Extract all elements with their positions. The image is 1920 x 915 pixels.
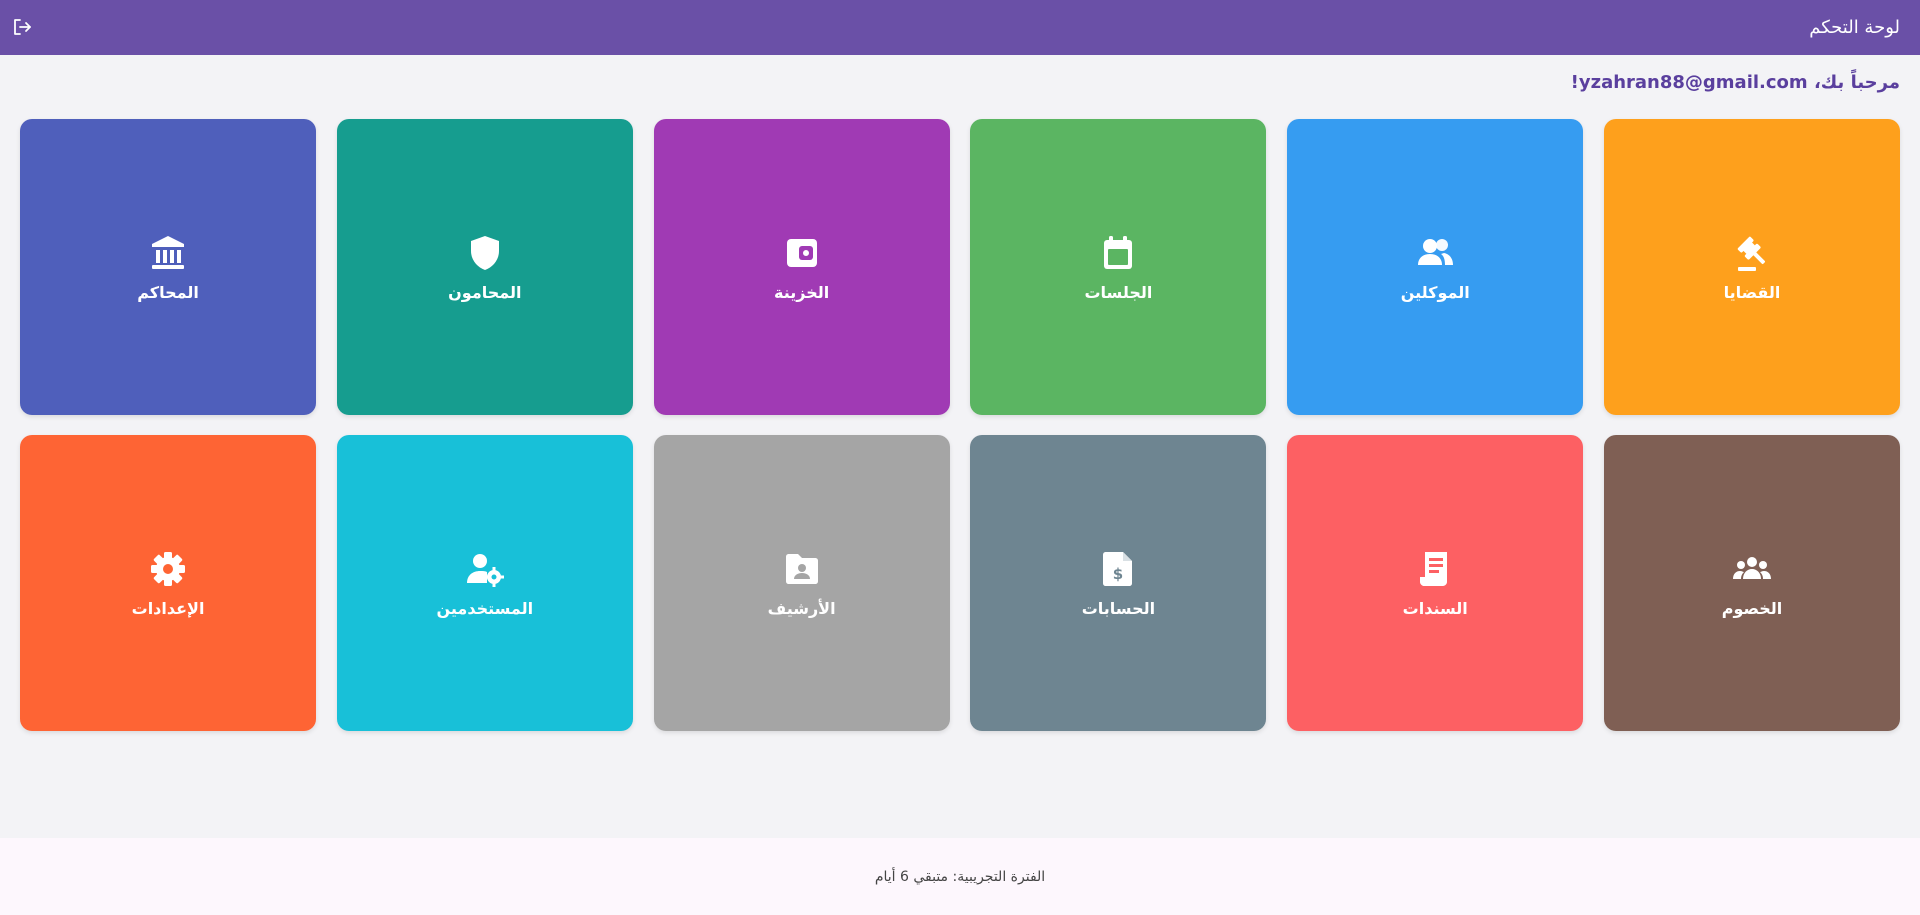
tile-label: السندات: [1402, 598, 1468, 618]
calendar-icon: [1098, 233, 1138, 273]
tile-label: المحامون: [448, 282, 522, 302]
tile-label: الحسابات: [1081, 598, 1156, 618]
tile-courts[interactable]: المحاكم: [20, 119, 317, 415]
tile-accounts[interactable]: $ الحسابات: [970, 435, 1267, 731]
dashboard-grid: القضايا الموكلين الجلسات الخزينة المحامو…: [20, 119, 1900, 731]
logout-icon[interactable]: [9, 14, 35, 40]
trial-period-text: الفترة التجريبية: متبقي 6 أيام: [874, 868, 1046, 885]
shield-icon: [465, 233, 505, 273]
gear-icon: [148, 549, 188, 589]
tile-label: الجلسات: [1084, 282, 1153, 302]
tile-bonds[interactable]: السندات: [1287, 435, 1584, 731]
tile-label: القضايا: [1723, 282, 1781, 302]
tile-opponents[interactable]: الخصوم: [1604, 435, 1900, 731]
tile-users[interactable]: المستخدمين: [336, 435, 633, 731]
tile-settings[interactable]: الإعدادات: [20, 435, 317, 731]
tile-label: الأرشيف: [767, 598, 836, 618]
tile-label: المحاكم: [137, 282, 199, 302]
welcome-message: مرحباً بك، yzahran88@gmail.com!: [1570, 72, 1900, 93]
svg-text:$: $: [1113, 565, 1123, 583]
tile-cases[interactable]: القضايا: [1604, 119, 1900, 415]
tile-label: الموكلين: [1400, 282, 1470, 302]
invoice-dollar-icon: $: [1098, 549, 1138, 589]
tile-lawyers[interactable]: المحامون: [336, 119, 633, 415]
tile-treasury[interactable]: الخزينة: [653, 119, 950, 415]
tile-label: الخصوم: [1721, 598, 1783, 618]
page-title: لوحة التحكم: [1809, 17, 1900, 38]
receipt-icon: [1415, 549, 1455, 589]
tile-archive[interactable]: الأرشيف: [653, 435, 950, 731]
gavel-icon: [1732, 233, 1772, 273]
tile-clients[interactable]: الموكلين: [1287, 119, 1584, 415]
wallet-icon: [782, 233, 822, 273]
court-icon: [148, 233, 188, 273]
tile-label: المستخدمين: [436, 598, 534, 618]
folder-user-icon: [782, 549, 822, 589]
user-gear-icon: [465, 549, 505, 589]
users-icon: [1415, 233, 1455, 273]
tile-label: الخزينة: [774, 282, 830, 302]
tile-sessions[interactable]: الجلسات: [970, 119, 1267, 415]
tile-label: الإعدادات: [131, 598, 205, 618]
group-icon: [1732, 549, 1772, 589]
top-bar: لوحة التحكم: [0, 0, 1920, 55]
footer: الفترة التجريبية: متبقي 6 أيام: [0, 838, 1920, 915]
